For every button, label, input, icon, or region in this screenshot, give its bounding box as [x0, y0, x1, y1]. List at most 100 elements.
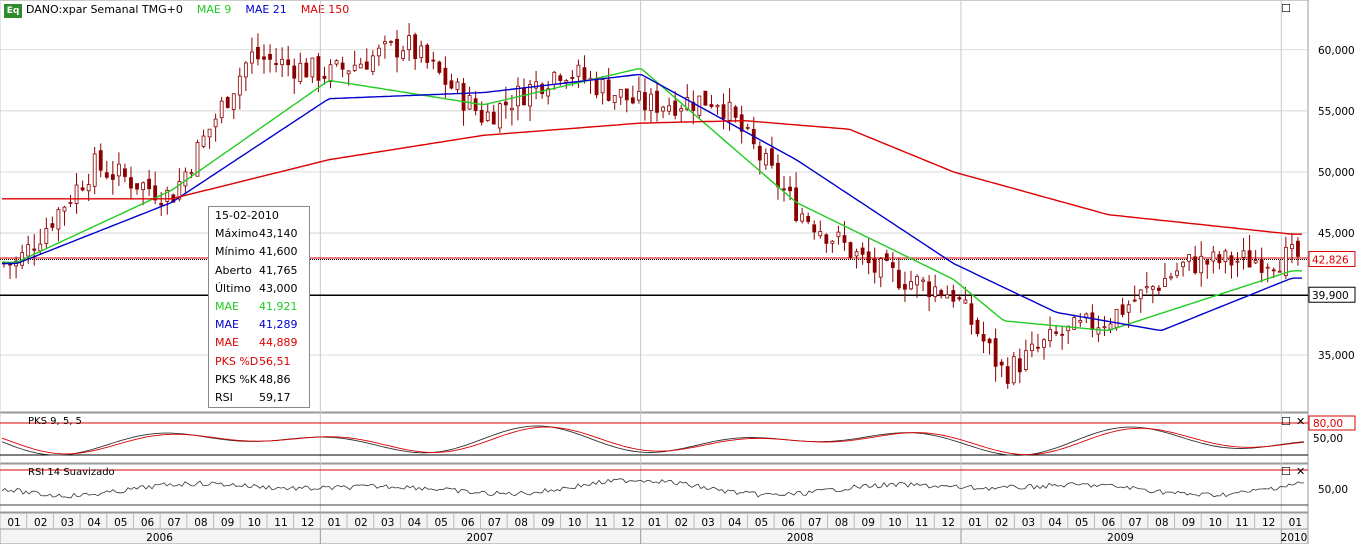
candle-body [727, 101, 732, 121]
candle-body [1120, 304, 1125, 315]
candle-body [757, 145, 762, 161]
candle-body [1096, 327, 1101, 335]
candle-body [340, 62, 345, 70]
tooltip-row: PKS %K 48,86 [209, 371, 309, 389]
candle-body [250, 51, 254, 64]
candle-body [679, 108, 684, 112]
candle-body [159, 202, 164, 206]
candle-body [1030, 343, 1034, 352]
candle-body [237, 75, 242, 96]
candle-body [661, 106, 665, 112]
pks-close-icon[interactable]: ✕ [1296, 416, 1305, 427]
candle-body [328, 64, 333, 82]
candle-body [497, 103, 502, 129]
tooltip-row: PKS %D 56,51 [209, 353, 309, 371]
candle-body [262, 56, 266, 60]
candle-body [933, 286, 938, 297]
candle-body [243, 62, 248, 78]
month-label: 03 [1022, 517, 1035, 529]
price-tick-label: 55,000 [1318, 106, 1355, 118]
month-label: 02 [675, 517, 688, 529]
candle-body [473, 98, 478, 111]
candle-body [26, 244, 31, 257]
candle-body [957, 297, 962, 300]
candle-body [1283, 246, 1288, 277]
candle-body [878, 258, 883, 278]
pks-maximize-icon[interactable]: ☐ [1281, 416, 1291, 427]
candle-body [818, 231, 823, 237]
month-label: 09 [221, 517, 234, 529]
month-label: 11 [595, 517, 608, 529]
candle-body [612, 94, 617, 103]
candle-body [62, 206, 67, 212]
candle-body [1090, 312, 1095, 331]
candle-body [310, 57, 315, 78]
candle-body [1102, 326, 1107, 329]
candle-body [836, 231, 841, 238]
candle-body [213, 118, 218, 128]
pks-tick-label: 80,00 [1313, 418, 1343, 430]
candle-body [141, 182, 145, 191]
candle-body [655, 90, 659, 113]
candle-body [189, 172, 194, 175]
candle-body [963, 299, 968, 304]
tooltip-value: 56,51 [259, 354, 291, 368]
tooltip-row: MAE 41,921 [209, 298, 309, 316]
candle-body [806, 215, 811, 222]
month-label: 05 [755, 517, 768, 529]
tooltip-label: MAE [215, 336, 239, 350]
candle-body [649, 93, 653, 112]
pks-label[interactable]: PKS 9, 5, 5 [28, 416, 82, 427]
month-label: 06 [1102, 517, 1116, 529]
tooltip-row: MAE 41,289 [209, 316, 309, 334]
candle-body [860, 247, 865, 255]
candle-body [1199, 255, 1204, 274]
candle-body [510, 107, 514, 111]
candle-body [147, 178, 152, 190]
candle-body [413, 34, 418, 59]
candle-body [618, 89, 623, 98]
candle-body [201, 135, 206, 147]
candle-body [1271, 269, 1276, 272]
candle-body [1156, 287, 1161, 291]
rsi-close-icon[interactable]: ✕ [1296, 466, 1305, 477]
rsi-maximize-icon[interactable]: ☐ [1281, 466, 1291, 477]
tooltip-value: 41,600 [259, 245, 298, 259]
candle-body [1247, 250, 1252, 268]
candle-body [425, 44, 430, 63]
candle-body [1150, 286, 1155, 290]
candle-body [74, 184, 79, 204]
candle-body [280, 58, 285, 66]
candle-body [225, 97, 230, 108]
year-label: 2007 [466, 532, 493, 544]
candle-body [116, 163, 121, 177]
candle-body [292, 65, 297, 79]
candle-body [346, 70, 351, 75]
candle-body [884, 253, 889, 261]
candle-body [1036, 346, 1040, 349]
candle-body [431, 59, 436, 62]
price-tick-label: 45,000 [1318, 228, 1355, 240]
candle-body [794, 187, 798, 221]
candle-body [842, 235, 847, 243]
candle-body [866, 251, 871, 264]
candle-body [745, 126, 750, 129]
month-label: 08 [515, 517, 528, 529]
candle-body [788, 186, 792, 192]
candle-body [50, 223, 55, 228]
rsi-line [1, 478, 1305, 499]
candle-body [872, 258, 877, 273]
candle-body [419, 45, 424, 58]
candle-body [1138, 289, 1143, 300]
tooltip-label: Último [215, 281, 251, 295]
rsi-label[interactable]: RSI 14 Suavizado [28, 467, 115, 478]
candle-body [636, 90, 641, 101]
month-label: 05 [114, 517, 127, 529]
candle-body [915, 276, 919, 286]
candle-body [1235, 260, 1240, 263]
tooltip-label: Mínimo [215, 245, 256, 259]
candle-body [667, 105, 672, 112]
candle-body [1078, 319, 1083, 323]
year-label: 2010 [1281, 532, 1308, 544]
candle-body [776, 162, 780, 188]
